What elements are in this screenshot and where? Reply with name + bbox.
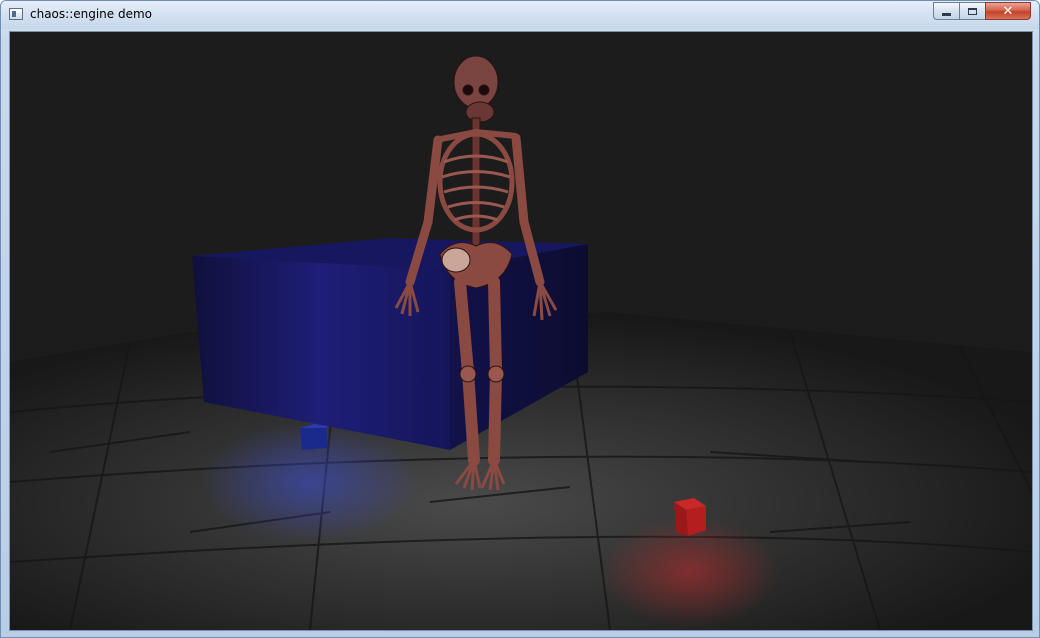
title-bar[interactable]: chaos::engine demo ✕	[1, 1, 1039, 29]
scene-canvas	[10, 32, 1032, 630]
app-window: chaos::engine demo ✕	[0, 0, 1040, 638]
close-button[interactable]: ✕	[985, 2, 1031, 20]
small-red-cube	[674, 498, 706, 536]
app-window-icon[interactable]	[9, 8, 23, 20]
render-viewport[interactable]	[9, 31, 1033, 631]
window-title: chaos::engine demo	[30, 7, 153, 21]
caption-buttons: ✕	[933, 2, 1031, 21]
maximize-icon	[968, 7, 977, 15]
minimize-button[interactable]	[933, 2, 959, 20]
maximize-button[interactable]	[959, 2, 985, 20]
close-icon: ✕	[1002, 3, 1014, 19]
minimize-icon	[942, 12, 951, 16]
small-blue-cube	[300, 424, 328, 450]
